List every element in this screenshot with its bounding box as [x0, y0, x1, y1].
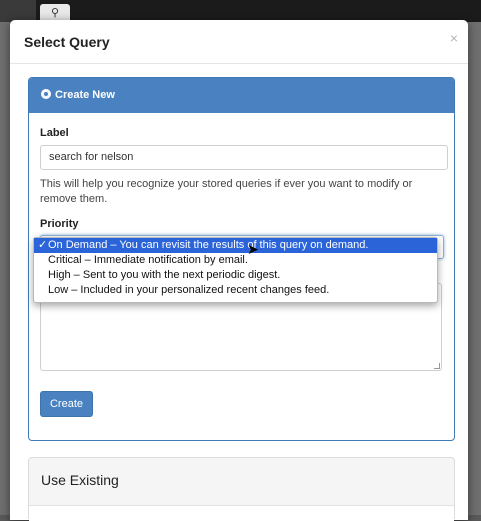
modal-title: Select Query [24, 34, 110, 50]
priority-option-high[interactable]: High – Sent to you with the next periodi… [34, 268, 437, 283]
create-new-heading: Create New [55, 89, 115, 101]
priority-option-on-demand[interactable]: ✓On Demand – You can revisit the results… [34, 238, 437, 253]
priority-option-critical[interactable]: Critical – Immediate notification by ema… [34, 253, 437, 268]
use-existing-panel: Use Existing [28, 457, 455, 521]
background-tab [0, 0, 36, 22]
priority-dropdown-list: ✓On Demand – You can revisit the results… [33, 237, 438, 303]
create-new-header[interactable]: Create New [29, 78, 454, 113]
mouse-pointer-icon: ➤ [247, 241, 259, 257]
use-existing-heading[interactable]: Use Existing [41, 472, 119, 488]
priority-field-label: Priority [40, 218, 79, 230]
close-icon[interactable]: × [450, 30, 458, 46]
priority-option-low[interactable]: Low – Included in your personalized rece… [34, 283, 437, 298]
label-help-text: This will help you recognize your stored… [40, 178, 413, 205]
label-input[interactable]: search for nelson [40, 145, 448, 170]
create-button[interactable]: Create [40, 391, 93, 417]
option-label: On Demand – You can revisit the results … [48, 239, 369, 251]
background-topbar [0, 0, 481, 22]
modal-header-divider [10, 63, 468, 64]
use-existing-body [29, 505, 454, 521]
label-field-label: Label [40, 127, 69, 139]
checkmark-icon: ✓ [38, 239, 48, 251]
radio-selected-icon[interactable] [41, 89, 51, 99]
